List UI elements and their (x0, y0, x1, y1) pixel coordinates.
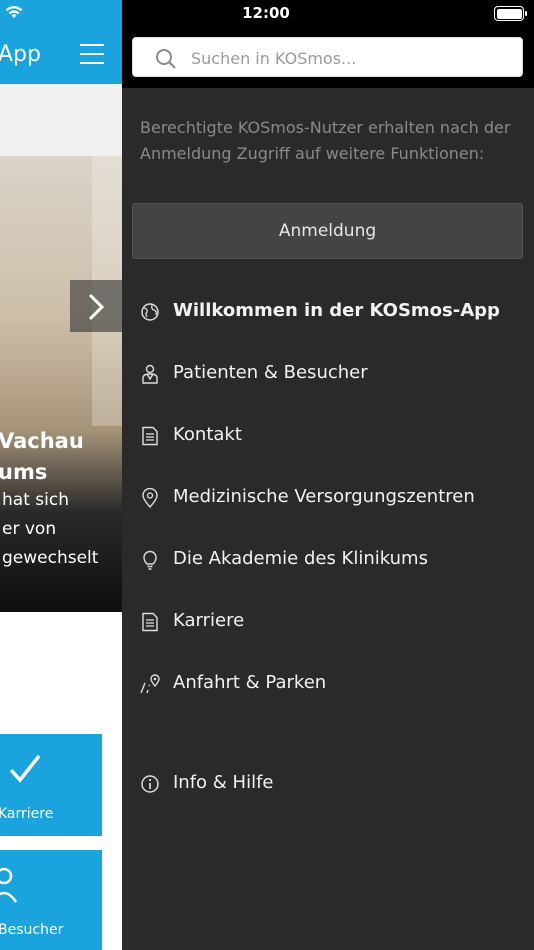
app-title: App (0, 42, 41, 67)
tile-besucher[interactable]: Besucher (0, 850, 102, 950)
document-icon (142, 426, 158, 446)
route-icon (140, 674, 160, 694)
menu-item-info[interactable]: Info & Hilfe (122, 759, 534, 809)
menu-item-karriere[interactable]: Karriere (122, 597, 534, 647)
app-header: App (0, 28, 122, 84)
menu-item-willkommen[interactable]: Willkommen in der KOSmos-App (122, 287, 534, 337)
search-icon (156, 49, 176, 69)
location-pin-icon (142, 488, 158, 508)
battery-icon (494, 6, 527, 21)
checkmark-icon (9, 754, 41, 783)
header-spacer (0, 84, 122, 156)
login-info-text: Berechtigte KOSmos-Nutzer erhalten nach … (140, 118, 511, 163)
background-app: App Vachau ums hat sich er von gewechsel… (0, 0, 122, 950)
wifi-icon (5, 6, 23, 18)
tile-besucher-label: Besucher (0, 922, 64, 938)
search-input[interactable] (191, 46, 511, 70)
lightbulb-icon (143, 550, 157, 570)
slide-title: Vachau ums (0, 429, 84, 484)
chevron-right-icon (88, 293, 105, 321)
menu-button[interactable] (80, 44, 104, 64)
status-bar-left (0, 0, 122, 28)
slider-next-button[interactable] (70, 280, 122, 332)
search-box[interactable] (132, 37, 523, 77)
search-bar (122, 28, 534, 88)
menu-item-anfahrt[interactable]: Anfahrt & Parken (122, 659, 534, 709)
document-icon (142, 612, 158, 632)
tile-karriere-label: Karriere (0, 806, 54, 822)
tile-karriere[interactable]: Karriere (0, 734, 102, 836)
login-button[interactable]: Anmeldung (132, 203, 523, 259)
info-icon (141, 775, 159, 793)
menu-item-akademie[interactable]: Die Akademie des Klinikums (122, 535, 534, 585)
status-time: 12:00 (242, 4, 290, 22)
status-bar: 12:00 (122, 0, 534, 28)
menu-item-patienten[interactable]: Patienten & Besucher (122, 349, 534, 399)
menu-item-mvz[interactable]: Medizinische Versorgungszentren (122, 473, 534, 523)
hamburger-icon (80, 44, 104, 46)
patient-icon (142, 364, 158, 384)
slide-text: hat sich er von gewechselt (2, 490, 99, 568)
navigation-drawer: 12:00 Berechtigte KOSmos-Nutzer erhalten… (122, 0, 534, 950)
person-icon (0, 867, 18, 903)
globe-icon (141, 303, 159, 321)
image-slider[interactable]: Vachau ums hat sich er von gewechselt (0, 156, 122, 612)
menu-item-kontakt[interactable]: Kontakt (122, 411, 534, 461)
